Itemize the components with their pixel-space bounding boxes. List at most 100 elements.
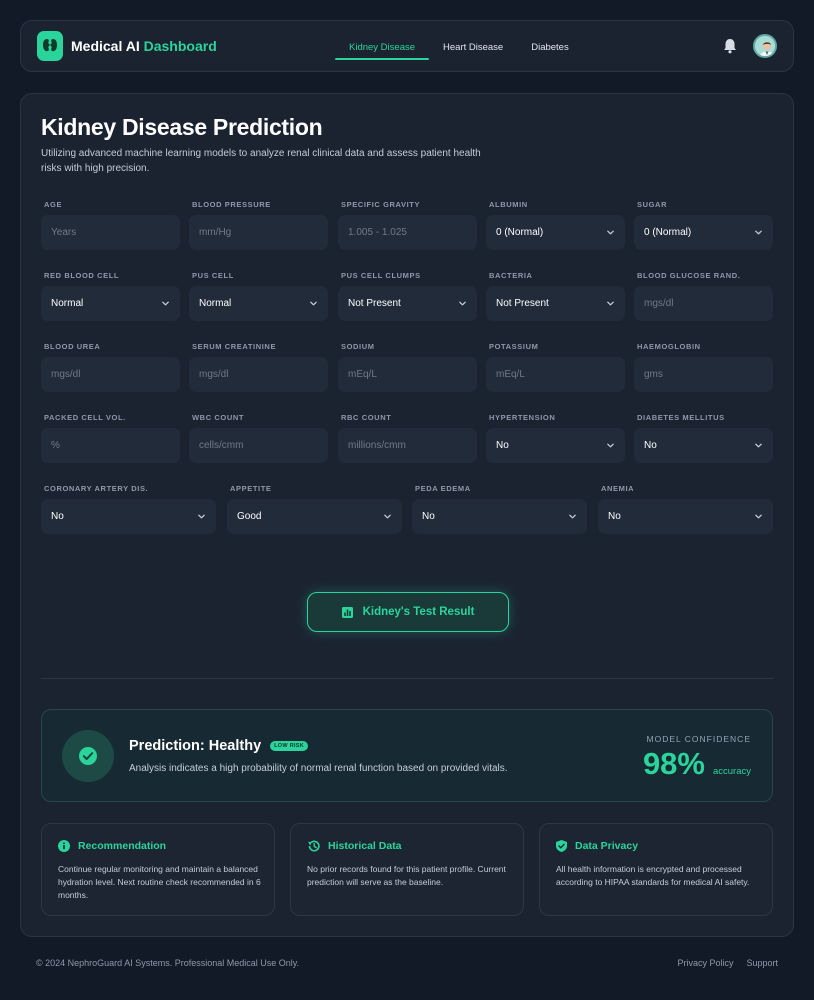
diabetes-mellitus-select[interactable]: No bbox=[634, 428, 773, 463]
red-blood-cell-field: RED BLOOD CELL Normal bbox=[41, 271, 180, 321]
brand[interactable]: Medical AI Dashboard bbox=[37, 31, 217, 61]
peda-edema-value: No bbox=[422, 511, 435, 522]
coronary-artery-dis-field: CORONARY ARTERY DIS. No bbox=[41, 484, 216, 534]
main-tabs: Kidney Disease Heart Disease Diabetes bbox=[335, 21, 583, 73]
specific-gravity-input[interactable] bbox=[348, 227, 467, 238]
recommendation-text: Continue regular monitoring and maintain… bbox=[58, 864, 261, 900]
sugar-select[interactable]: 0 (Normal) bbox=[634, 215, 773, 250]
blood-pressure-input-wrap bbox=[189, 215, 328, 250]
albumin-select[interactable]: 0 (Normal) bbox=[486, 215, 625, 250]
page-title: Kidney Disease Prediction bbox=[41, 114, 323, 140]
albumin-label: ALBUMIN bbox=[489, 200, 528, 209]
blood-urea-field: BLOOD UREA bbox=[41, 342, 180, 392]
pus-cell-clumps-value: Not Present bbox=[348, 298, 401, 309]
brand-main: Medical AI bbox=[71, 38, 140, 54]
sugar-value: 0 (Normal) bbox=[644, 227, 692, 238]
sugar-field: SUGAR 0 (Normal) bbox=[634, 200, 773, 250]
hypertension-select[interactable]: No bbox=[486, 428, 625, 463]
peda-edema-select[interactable]: No bbox=[412, 499, 587, 534]
prediction-description: Analysis indicates a high probability of… bbox=[129, 763, 508, 774]
rbc-count-input[interactable] bbox=[348, 440, 467, 451]
haemoglobin-label: HAEMOGLOBIN bbox=[637, 342, 701, 351]
historical-data-header: Historical Data bbox=[307, 840, 402, 852]
user-avatar[interactable] bbox=[753, 34, 777, 58]
specific-gravity-label: SPECIFIC GRAVITY bbox=[341, 200, 421, 209]
bacteria-field: BACTERIA Not Present bbox=[486, 271, 625, 321]
support-link[interactable]: Support bbox=[746, 958, 778, 968]
peda-edema-field: PEDA EDEMA No bbox=[412, 484, 587, 534]
albumin-field: ALBUMIN 0 (Normal) bbox=[486, 200, 625, 250]
bar-chart-icon bbox=[341, 606, 353, 618]
packed-cell-vol-input[interactable] bbox=[51, 440, 170, 451]
data-privacy-card: Data Privacy All health information is e… bbox=[539, 823, 773, 916]
page-subtitle: Utilizing advanced machine learning mode… bbox=[41, 148, 481, 174]
recommendation-card: Recommendation Continue regular monitori… bbox=[41, 823, 275, 916]
footer-copyright: © 2024 NephroGuard AI Systems. Professio… bbox=[36, 958, 300, 968]
test-result-label: Kidney's Test Result bbox=[362, 606, 475, 618]
hypertension-label: HYPERTENSION bbox=[489, 413, 556, 422]
haemoglobin-input[interactable] bbox=[644, 369, 763, 380]
confidence-row: 98% accuracy bbox=[643, 746, 751, 782]
bacteria-label: BACTERIA bbox=[489, 271, 533, 280]
potassium-input-wrap bbox=[486, 357, 625, 392]
diabetes-mellitus-field: DIABETES MELLITUS No bbox=[634, 413, 773, 463]
serum-creatinine-input-wrap bbox=[189, 357, 328, 392]
prediction-result-card: Prediction: Healthy LOW RISK Analysis in… bbox=[41, 709, 773, 802]
coronary-artery-dis-value: No bbox=[51, 511, 64, 522]
pus-cell-clumps-select[interactable]: Not Present bbox=[338, 286, 477, 321]
sodium-input[interactable] bbox=[348, 369, 467, 380]
hypertension-field: HYPERTENSION No bbox=[486, 413, 625, 463]
rbc-count-field: RBC COUNT bbox=[338, 413, 477, 463]
chevron-down-icon bbox=[568, 512, 577, 521]
chevron-down-icon bbox=[197, 512, 206, 521]
coronary-artery-dis-select[interactable]: No bbox=[41, 499, 216, 534]
potassium-input[interactable] bbox=[496, 369, 615, 380]
prediction-panel: Kidney Disease Prediction Utilizing adva… bbox=[20, 93, 794, 937]
peda-edema-label: PEDA EDEMA bbox=[415, 484, 471, 493]
status-icon-wrap bbox=[62, 730, 114, 782]
blood-urea-label: BLOOD UREA bbox=[44, 342, 101, 351]
blood-glucose-rand-label: BLOOD GLUCOSE RAND. bbox=[637, 271, 741, 280]
tab-heart-disease[interactable]: Heart Disease bbox=[429, 21, 517, 73]
red-blood-cell-select[interactable]: Normal bbox=[41, 286, 180, 321]
packed-cell-vol-label: PACKED CELL VOL. bbox=[44, 413, 126, 422]
blood-pressure-label: BLOOD PRESSURE bbox=[192, 200, 271, 209]
rbc-count-input-wrap bbox=[338, 428, 477, 463]
sodium-input-wrap bbox=[338, 357, 477, 392]
brand-accent: Dashboard bbox=[143, 38, 217, 54]
blood-urea-input[interactable] bbox=[51, 369, 170, 380]
test-result-button[interactable]: Kidney's Test Result bbox=[307, 592, 509, 632]
pus-cell-clumps-field: PUS CELL CLUMPS Not Present bbox=[338, 271, 477, 321]
recommendation-header: Recommendation bbox=[58, 840, 166, 852]
bacteria-select[interactable]: Not Present bbox=[486, 286, 625, 321]
appetite-label: APPETITE bbox=[230, 484, 272, 493]
serum-creatinine-input[interactable] bbox=[199, 369, 318, 380]
chevron-down-icon bbox=[754, 512, 763, 521]
chevron-down-icon bbox=[606, 299, 615, 308]
sodium-field: SODIUM bbox=[338, 342, 477, 392]
diabetes-mellitus-value: No bbox=[644, 440, 657, 451]
privacy-policy-link[interactable]: Privacy Policy bbox=[677, 958, 733, 968]
pus-cell-select[interactable]: Normal bbox=[189, 286, 328, 321]
anemia-value: No bbox=[608, 511, 621, 522]
blood-pressure-input[interactable] bbox=[199, 227, 318, 238]
tab-diabetes[interactable]: Diabetes bbox=[517, 21, 583, 73]
appetite-select[interactable]: Good bbox=[227, 499, 402, 534]
wbc-count-label: WBC COUNT bbox=[192, 413, 245, 422]
confidence-label: MODEL CONFIDENCE bbox=[646, 734, 751, 744]
bacteria-value: Not Present bbox=[496, 298, 549, 309]
chevron-down-icon bbox=[458, 299, 467, 308]
age-input[interactable] bbox=[51, 227, 170, 238]
potassium-field: POTASSIUM bbox=[486, 342, 625, 392]
specific-gravity-field: SPECIFIC GRAVITY bbox=[338, 200, 477, 250]
confidence-unit: accuracy bbox=[712, 766, 751, 777]
chevron-down-icon bbox=[161, 299, 170, 308]
anemia-select[interactable]: No bbox=[598, 499, 773, 534]
tab-kidney-disease[interactable]: Kidney Disease bbox=[335, 21, 430, 73]
wbc-count-input[interactable] bbox=[199, 440, 318, 451]
recommendation-title: Recommendation bbox=[78, 840, 167, 852]
blood-glucose-rand-input[interactable] bbox=[644, 298, 763, 309]
sodium-label: SODIUM bbox=[341, 342, 375, 351]
wbc-count-field: WBC COUNT bbox=[189, 413, 328, 463]
bell-icon[interactable] bbox=[723, 38, 737, 54]
